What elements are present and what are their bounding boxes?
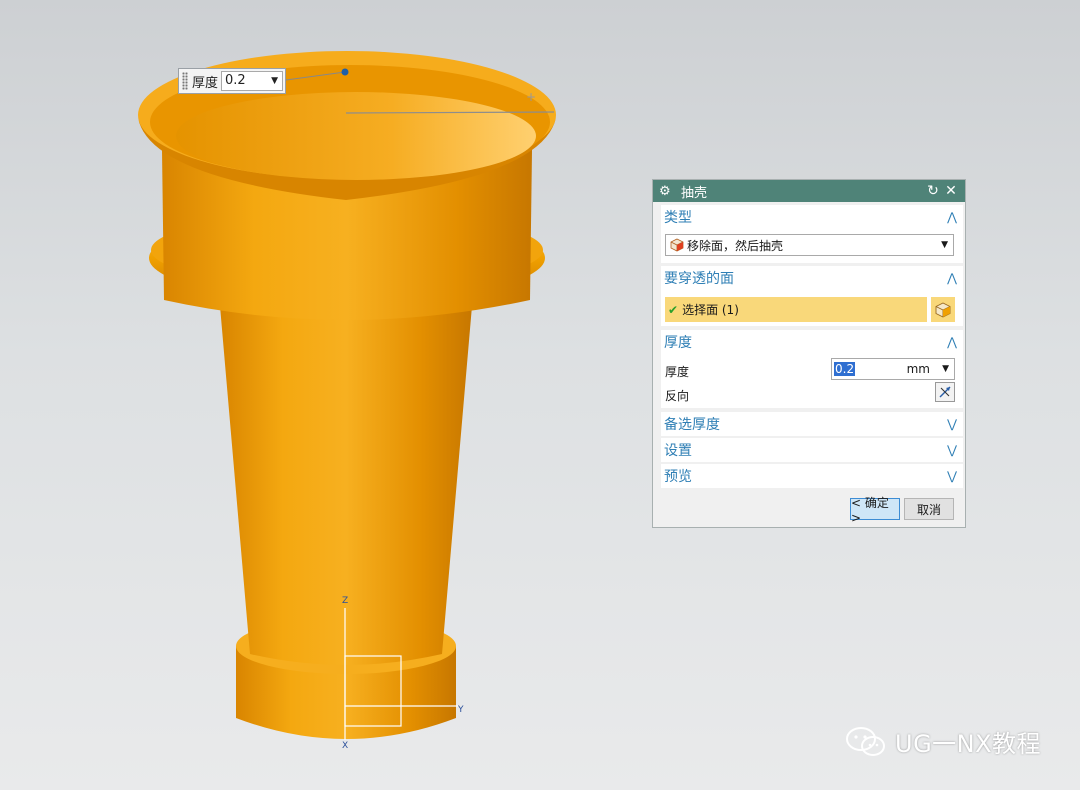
section-thickness-header[interactable]: 厚度 ⋀ [661, 330, 963, 354]
close-icon[interactable]: ✕ [943, 183, 959, 199]
section-type-header[interactable]: 类型 ⋀ [661, 205, 963, 229]
dialog-title: 抽壳 [681, 185, 708, 201]
watermark-text: UG一NX教程 [895, 730, 1042, 758]
watermark: UG一NX教程 [845, 724, 1041, 759]
section-faces-header[interactable]: 要穿透的面 ⋀ [661, 266, 963, 290]
section-alt-thickness-title: 备选厚度 [664, 417, 720, 433]
shell-dialog: ⚙ 抽壳 ↻ ✕ 类型 ⋀ 移除面，然后抽壳 ▼ 要穿透的面 ⋀ ✔ 选择面 (… [652, 179, 966, 528]
chevron-down-icon[interactable]: ⋁ [945, 417, 959, 431]
section-preview: 预览 ⋁ [661, 464, 963, 488]
type-select-value: 移除面，然后抽壳 [687, 238, 784, 253]
plus-marker: + [526, 90, 536, 104]
section-settings-header[interactable]: 设置 ⋁ [661, 438, 963, 462]
section-settings-title: 设置 [664, 443, 692, 459]
floating-thickness-label: 厚度 [192, 75, 219, 91]
reverse-direction-button[interactable] [935, 382, 955, 402]
section-faces: 要穿透的面 ⋀ ✔ 选择面 (1) [661, 266, 963, 326]
chevron-down-icon[interactable]: ▼ [941, 240, 948, 250]
reverse-label: 反向 [665, 389, 690, 403]
section-alt-thickness-header[interactable]: 备选厚度 ⋁ [661, 412, 963, 436]
chevron-up-icon[interactable]: ⋀ [945, 271, 959, 285]
thickness-unit: mm [906, 362, 930, 376]
floating-thickness-value: 0.2 [225, 73, 246, 88]
thickness-value: 0.2 [834, 362, 856, 376]
floating-thickness-input[interactable]: 0.2 ▼ [221, 71, 283, 91]
chevron-down-icon[interactable]: ▼ [942, 364, 949, 374]
remove-face-cube-icon [670, 238, 684, 252]
select-face-row[interactable]: ✔ 选择面 (1) [665, 297, 927, 322]
select-face-label: 选择面 (1) [682, 303, 739, 317]
section-preview-title: 预览 [664, 469, 692, 485]
section-thickness-title: 厚度 [664, 335, 692, 351]
axis-x-label: X [342, 741, 348, 751]
chevron-down-icon[interactable]: ⋁ [945, 469, 959, 483]
drag-grip-icon[interactable] [182, 72, 188, 90]
section-alt-thickness: 备选厚度 ⋁ [661, 412, 963, 436]
section-faces-title: 要穿透的面 [664, 271, 734, 287]
part-cone [220, 306, 472, 665]
section-preview-header[interactable]: 预览 ⋁ [661, 464, 963, 488]
axis-z-label: Z [342, 596, 348, 606]
dropdown-arrow-icon[interactable]: ▼ [271, 72, 278, 90]
chevron-down-icon[interactable]: ⋁ [945, 443, 959, 457]
wechat-icon [846, 726, 885, 756]
thickness-input[interactable]: 0.2 mm ▼ [831, 358, 955, 380]
thickness-label: 厚度 [665, 365, 690, 379]
type-select[interactable]: 移除面，然后抽壳 ▼ [665, 234, 954, 256]
select-face-button[interactable] [931, 297, 955, 322]
reverse-direction-icon [939, 386, 951, 398]
section-type: 类型 ⋀ 移除面，然后抽壳 ▼ [661, 205, 963, 263]
ok-button[interactable]: < 确定 > [850, 496, 900, 525]
gear-icon: ⚙ [659, 183, 671, 199]
axis-y-label: Y [457, 705, 464, 715]
thickness-handle[interactable] [341, 68, 349, 76]
section-type-title: 类型 [664, 210, 692, 226]
reset-icon[interactable]: ↻ [925, 183, 941, 199]
section-thickness: 厚度 ⋀ 厚度 0.2 mm ▼ 反向 [661, 330, 963, 408]
cancel-button[interactable]: 取消 [904, 498, 954, 520]
chevron-up-icon[interactable]: ⋀ [945, 210, 959, 224]
floating-thickness-box: 厚度 0.2 ▼ [178, 68, 286, 94]
section-settings: 设置 ⋁ [661, 438, 963, 462]
face-cube-icon [935, 301, 951, 318]
dialog-titlebar[interactable]: ⚙ 抽壳 ↻ ✕ [653, 180, 965, 202]
chevron-up-icon[interactable]: ⋀ [945, 335, 959, 349]
checkmark-icon: ✔ [668, 302, 679, 317]
